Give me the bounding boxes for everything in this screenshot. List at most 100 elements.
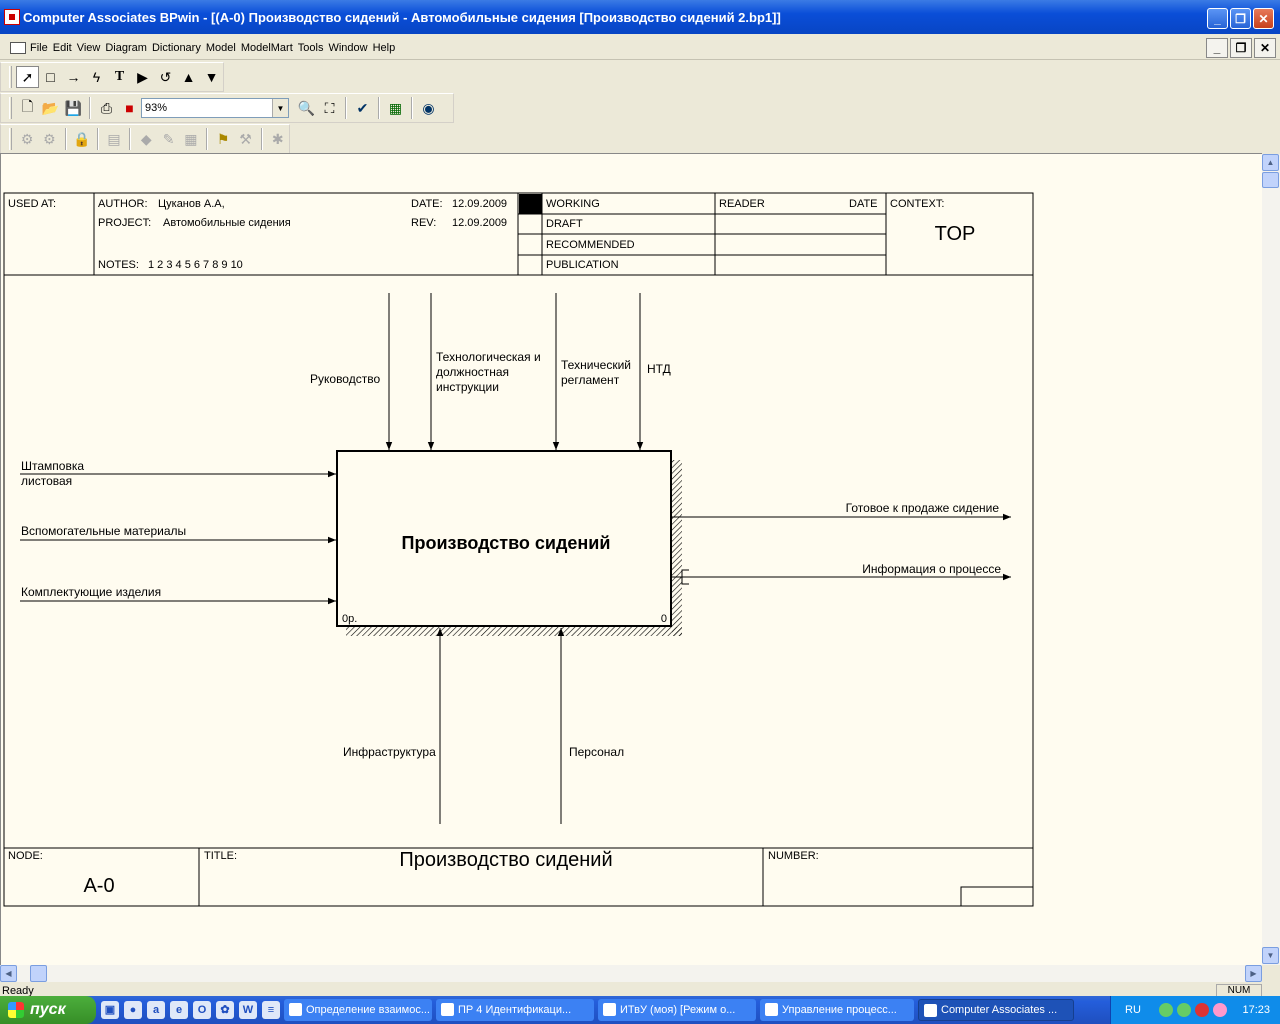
print-icon[interactable]: ⎙ — [95, 97, 118, 119]
squiggle-tool-icon[interactable]: ϟ — [85, 66, 108, 88]
menu-diagram[interactable]: Diagram — [105, 42, 152, 54]
opera-icon[interactable]: O — [193, 1001, 211, 1019]
scroll-up-icon[interactable]: ▲ — [1262, 154, 1279, 171]
input-label[interactable]: листовая — [21, 474, 72, 488]
idef0-diagram[interactable]: USED AT: AUTHOR: Цуканов А.А, PROJECT: А… — [1, 154, 1262, 965]
new-file-icon[interactable]: 🗋 — [16, 97, 39, 119]
diagram-canvas[interactable]: USED AT: AUTHOR: Цуканов А.А, PROJECT: А… — [0, 153, 1262, 965]
connect-icon[interactable]: ⚙ — [16, 128, 38, 150]
mechanism-label[interactable]: Инфраструктура — [343, 745, 436, 759]
activity-box-tool-icon[interactable]: □ — [39, 66, 62, 88]
control-label[interactable]: инструкции — [436, 380, 499, 394]
control-label[interactable]: регламент — [561, 373, 620, 387]
scroll-down-icon[interactable]: ▼ — [1262, 947, 1279, 964]
edit-icon[interactable]: ✎ — [157, 128, 179, 150]
menu-file[interactable]: File — [30, 42, 53, 54]
table-icon[interactable]: ▦ — [180, 128, 202, 150]
task-word-document[interactable]: ИТвУ (моя) [Режим о... — [598, 999, 756, 1021]
spell-check-icon[interactable]: ✔ — [351, 97, 374, 119]
menu-window[interactable]: Window — [328, 42, 372, 54]
output-label[interactable]: Информация о процессе — [862, 562, 1001, 576]
restore-icon[interactable]: ❐ — [1230, 8, 1251, 29]
word-icon[interactable]: W — [239, 1001, 257, 1019]
chevron-down-icon[interactable]: ▼ — [272, 99, 288, 117]
zoom-in-icon[interactable]: 🔍 — [295, 97, 318, 119]
text-tool-icon[interactable]: T — [108, 66, 131, 88]
menu-dictionary[interactable]: Dictionary — [152, 42, 206, 54]
input-label[interactable]: Штамповка — [21, 459, 84, 473]
output-arrows[interactable]: Готовое к продаже сидение Информация о п… — [672, 501, 1011, 585]
mdi-restore-icon[interactable]: ❐ — [1230, 38, 1252, 58]
input-label[interactable]: Вспомогательные материалы — [21, 524, 186, 538]
input-arrows[interactable]: Штамповка листовая Вспомогательные матер… — [20, 459, 336, 605]
menu-view[interactable]: View — [77, 42, 106, 54]
tray-browser-icon[interactable] — [1212, 1003, 1227, 1017]
color-palette-icon[interactable]: ■ — [118, 97, 141, 119]
scroll-right-icon[interactable]: ▶ — [1245, 965, 1262, 982]
undo-icon[interactable]: ↺ — [154, 66, 177, 88]
task-folder[interactable]: Управление процесс... — [760, 999, 914, 1021]
language-indicator[interactable]: RU — [1125, 1004, 1141, 1016]
desktop-icon[interactable]: ▣ — [101, 1001, 119, 1019]
tray-antivirus-icon[interactable] — [1194, 1003, 1209, 1017]
toolbar-grip[interactable] — [9, 128, 12, 150]
control-arrows[interactable]: Руководство Технологическая и должностна… — [310, 293, 671, 450]
scroll-left-icon[interactable]: ◀ — [0, 965, 17, 982]
output-label[interactable]: Готовое к продаже сидение — [846, 501, 1000, 515]
arrow-tool-icon[interactable]: → — [62, 66, 85, 88]
input-label[interactable]: Комплектующие изделия — [21, 585, 161, 599]
vertical-scroll-thumb[interactable] — [1262, 172, 1279, 188]
activity-box[interactable]: Производство сидений 0р. 0 — [336, 450, 672, 627]
notepad-icon[interactable]: ≡ — [262, 1001, 280, 1019]
menu-help[interactable]: Help — [373, 42, 401, 54]
document-icon[interactable] — [10, 41, 26, 54]
save-icon[interactable]: 💾 — [62, 97, 85, 119]
security-icon[interactable]: ⚒ — [234, 128, 256, 150]
toolbar-grip[interactable] — [9, 66, 12, 88]
zoom-select[interactable]: 93% ▼ — [141, 98, 289, 118]
horizontal-scroll-thumb[interactable] — [30, 965, 47, 982]
mechanism-arrows[interactable]: Инфраструктура Персонал — [343, 628, 624, 824]
disconnect-icon[interactable]: ⚙ — [38, 128, 60, 150]
minimize-icon[interactable]: _ — [1207, 8, 1228, 29]
tray-network-icon[interactable] — [1176, 1003, 1191, 1017]
task-word-document[interactable]: ПР 4 Идентификаци... — [436, 999, 594, 1021]
menu-edit[interactable]: Edit — [53, 42, 77, 54]
go-to-child-icon[interactable]: ▼ — [200, 66, 223, 88]
globe-icon[interactable]: ◉ — [417, 97, 440, 119]
control-label[interactable]: Технический — [561, 358, 631, 372]
library-icon[interactable]: ▤ — [103, 128, 125, 150]
menu-model[interactable]: Model — [206, 42, 241, 54]
toolbar-grip[interactable] — [9, 97, 12, 119]
messenger-icon[interactable]: ✿ — [216, 1001, 234, 1019]
task-word-document[interactable]: Определение взаимос... — [284, 999, 432, 1021]
open-folder-icon[interactable]: 📂 — [39, 97, 62, 119]
control-label[interactable]: НТД — [647, 362, 671, 376]
vertical-scrollbar[interactable]: ▲ ▼ — [1262, 154, 1280, 965]
mdi-minimize-icon[interactable]: _ — [1206, 38, 1228, 58]
window-titlebar[interactable]: Computer Associates BPwin - [(A-0) Произ… — [0, 0, 1280, 34]
browser-icon[interactable]: a — [147, 1001, 165, 1019]
zoom-fit-icon[interactable]: ⛶ — [318, 97, 341, 119]
model-explorer-icon[interactable]: ▦ — [384, 97, 407, 119]
internet-explorer-icon[interactable]: e — [170, 1001, 188, 1019]
task-bpwin[interactable]: Computer Associates ... — [918, 999, 1074, 1021]
control-label[interactable]: Технологическая и — [436, 350, 541, 364]
go-to-sibling-icon[interactable]: ▶ — [131, 66, 154, 88]
bug-icon[interactable]: ✱ — [267, 128, 289, 150]
horizontal-scrollbar[interactable]: ◀ ▶ — [0, 965, 1262, 982]
bpwin-app-icon[interactable] — [4, 9, 20, 25]
menu-tools[interactable]: Tools — [298, 42, 329, 54]
mdi-close-icon[interactable]: ✕ — [1254, 38, 1276, 58]
media-player-icon[interactable]: ● — [124, 1001, 142, 1019]
tray-expand-icon[interactable] — [1158, 1003, 1173, 1017]
menu-modelmart[interactable]: ModelMart — [241, 42, 298, 54]
merge-icon[interactable]: ◆ — [135, 128, 157, 150]
lock-icon[interactable]: 🔒 — [71, 128, 93, 150]
mechanism-label[interactable]: Персонал — [569, 745, 624, 759]
go-to-parent-icon[interactable]: ▲ — [177, 66, 200, 88]
control-label[interactable]: должностная — [436, 365, 509, 379]
close-icon[interactable]: ✕ — [1253, 8, 1274, 29]
control-label[interactable]: Руководство — [310, 372, 380, 386]
start-button[interactable]: пуск — [0, 996, 96, 1024]
